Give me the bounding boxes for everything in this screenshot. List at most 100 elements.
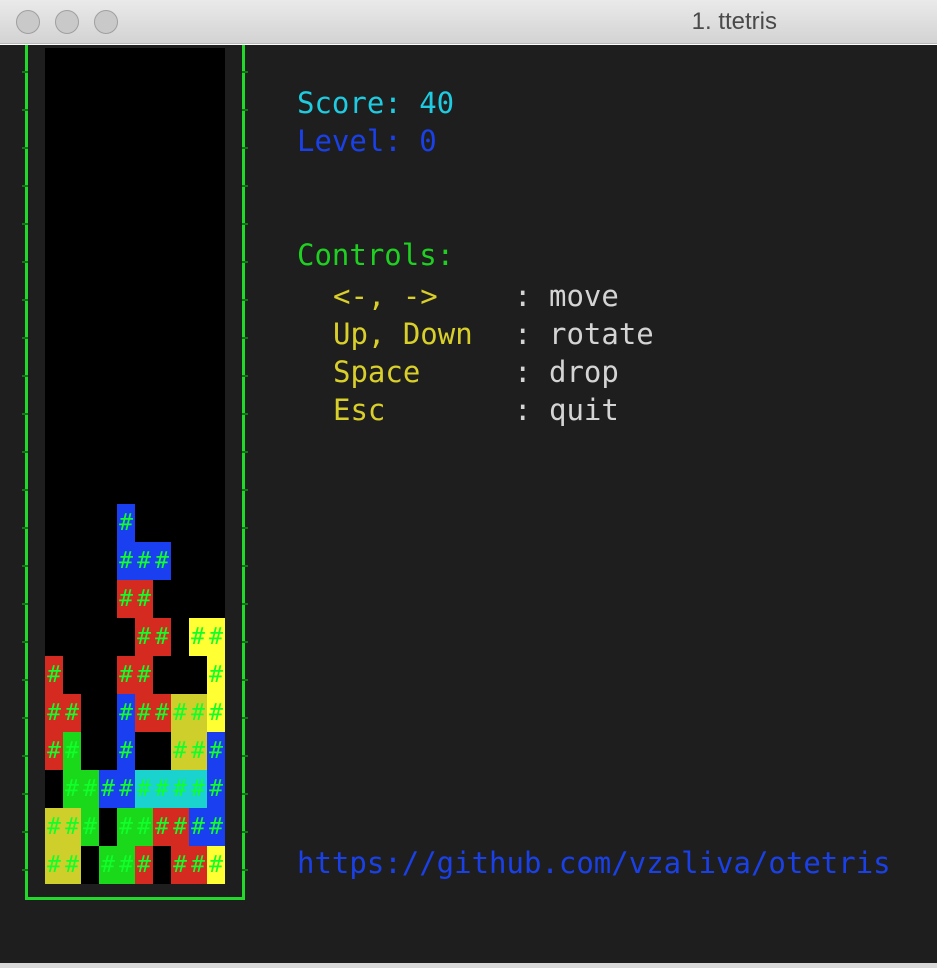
board-cell: #	[153, 542, 171, 580]
wall-tick	[22, 71, 28, 73]
control-key: Esc	[333, 393, 386, 427]
wall-tick	[242, 71, 248, 73]
board-cell: #	[117, 846, 135, 884]
board-cell: #	[207, 770, 225, 808]
control-separator: :	[514, 355, 532, 389]
well-left-wall	[25, 45, 28, 900]
wall-tick	[22, 299, 28, 301]
board-cell: #	[171, 732, 189, 770]
wall-tick	[22, 793, 28, 795]
board-cell: #	[171, 770, 189, 808]
wall-tick	[22, 565, 28, 567]
wall-tick	[242, 527, 248, 529]
wall-tick	[22, 375, 28, 377]
control-action: drop	[549, 355, 619, 389]
wall-tick	[22, 603, 28, 605]
board-cell: #	[153, 770, 171, 808]
control-key: <-, ->	[333, 279, 438, 313]
board-cell: #	[135, 580, 153, 618]
board-cell: #	[117, 504, 135, 542]
board-cell: #	[153, 618, 171, 656]
board-cell: #	[189, 770, 207, 808]
control-key: Up, Down	[333, 317, 473, 351]
board-cell: #	[189, 732, 207, 770]
board-cell: #	[207, 656, 225, 694]
wall-tick	[22, 147, 28, 149]
board-cell: #	[135, 542, 153, 580]
wall-tick	[242, 793, 248, 795]
board-cell: #	[63, 770, 81, 808]
board-cell: #	[63, 694, 81, 732]
window-title: 1. ttetris	[691, 8, 777, 35]
wall-tick	[22, 337, 28, 339]
board-cell: #	[189, 808, 207, 846]
project-url-link[interactable]: https://github.com/vzaliva/otetris	[297, 849, 891, 878]
board-cell: #	[81, 770, 99, 808]
wall-tick	[242, 831, 248, 833]
controls-heading: Controls:	[297, 238, 455, 272]
board-cell: #	[153, 808, 171, 846]
board-cell: #	[135, 694, 153, 732]
board-cell: #	[189, 846, 207, 884]
wall-tick	[242, 565, 248, 567]
wall-tick	[242, 337, 248, 339]
board-cell: #	[117, 808, 135, 846]
board-cell: #	[153, 694, 171, 732]
board-cell: #	[207, 846, 225, 884]
wall-tick	[242, 223, 248, 225]
terminal-content[interactable]: # # # # # # # # # # # # # # # # # # # # # # # # # # # # # # # # # # # # # # # #…	[0, 45, 937, 963]
wall-tick	[242, 299, 248, 301]
wall-tick	[242, 185, 248, 187]
control-action: move	[549, 279, 619, 313]
well-floor	[25, 897, 245, 900]
board-cell: #	[135, 770, 153, 808]
control-separator: :	[514, 393, 532, 427]
wall-tick	[22, 261, 28, 263]
board-cell: #	[45, 694, 63, 732]
board-cell: #	[81, 808, 99, 846]
board-cell: #	[117, 770, 135, 808]
board-cell: #	[207, 618, 225, 656]
control-action: quit	[549, 393, 619, 427]
wall-tick	[22, 831, 28, 833]
well-right-wall	[242, 45, 245, 900]
wall-tick	[22, 869, 28, 871]
wall-tick	[242, 413, 248, 415]
wall-tick	[242, 755, 248, 757]
board-cell: #	[63, 808, 81, 846]
wall-tick	[22, 223, 28, 225]
wall-tick	[22, 185, 28, 187]
control-key: Space	[333, 355, 421, 389]
level-readout: Level: 0	[297, 124, 437, 158]
board-cell: #	[171, 694, 189, 732]
wall-tick	[242, 869, 248, 871]
wall-tick	[242, 109, 248, 111]
board-cell: #	[99, 846, 117, 884]
board-cell: #	[171, 846, 189, 884]
board-cell: #	[207, 732, 225, 770]
board-cell: #	[45, 656, 63, 694]
wall-tick	[242, 717, 248, 719]
board-cell: #	[189, 694, 207, 732]
wall-tick	[22, 717, 28, 719]
wall-tick	[22, 489, 28, 491]
wall-tick	[242, 641, 248, 643]
board-cell: #	[189, 618, 207, 656]
wall-tick	[242, 147, 248, 149]
control-action: rotate	[549, 317, 654, 351]
board-cell: #	[135, 808, 153, 846]
board-cell: #	[171, 808, 189, 846]
title-bar[interactable]: 1. ttetris	[0, 0, 937, 44]
board-cell: #	[207, 694, 225, 732]
wall-tick	[22, 451, 28, 453]
wall-tick	[22, 413, 28, 415]
wall-tick	[242, 261, 248, 263]
board-cell: #	[99, 770, 117, 808]
board-cell: #	[117, 732, 135, 770]
wall-tick	[242, 679, 248, 681]
wall-tick	[242, 375, 248, 377]
board-cell: #	[117, 694, 135, 732]
board-cell: #	[135, 656, 153, 694]
wall-tick	[22, 527, 28, 529]
board-cell: #	[45, 846, 63, 884]
